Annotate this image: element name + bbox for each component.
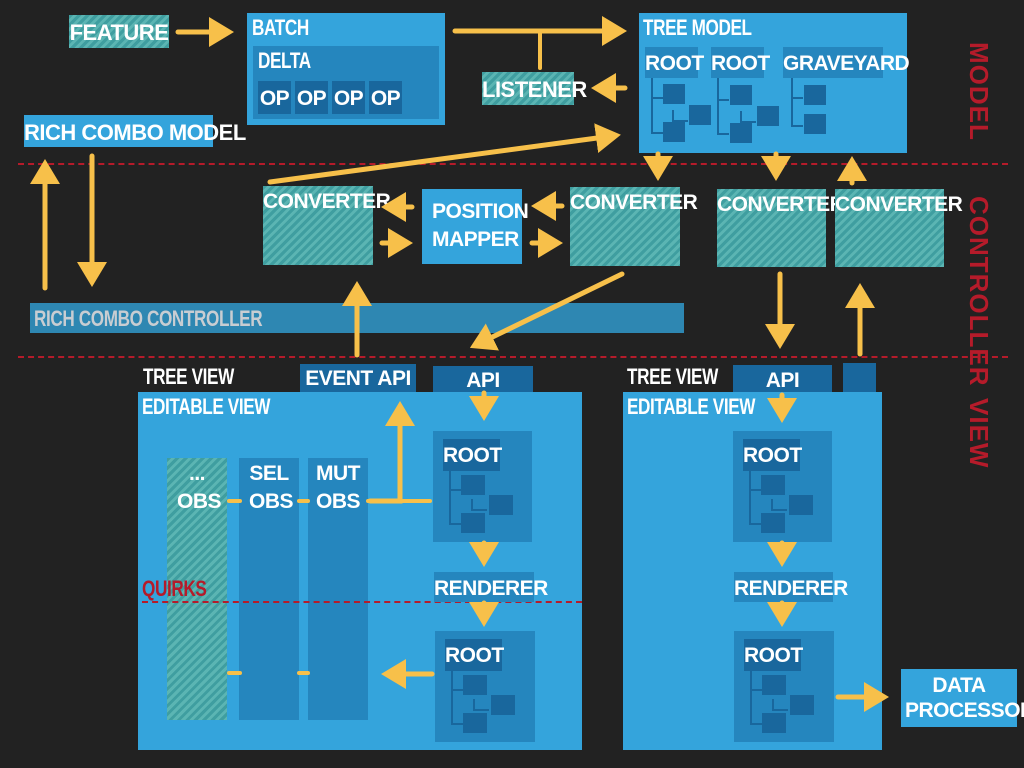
arrow-converter-to-view-api (469, 271, 625, 351)
arrow-observers-to-event-api (367, 401, 415, 504)
arrow-converter-to-tree-model (267, 123, 621, 185)
arrows-layer (30, 16, 889, 712)
